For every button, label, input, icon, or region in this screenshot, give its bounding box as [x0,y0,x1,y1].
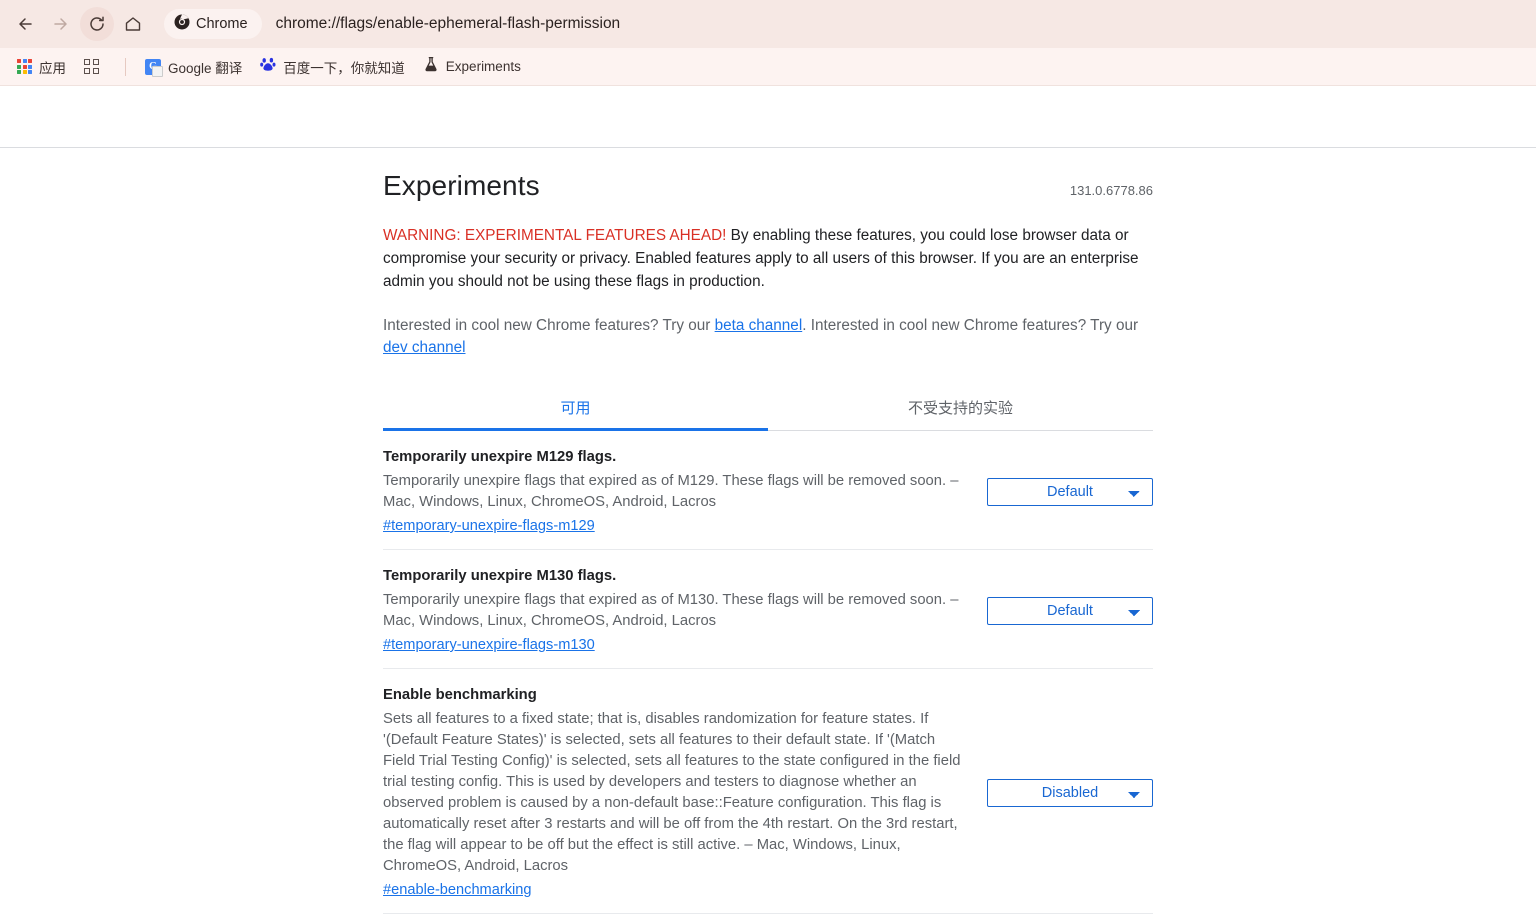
apps-grid-icon [17,59,32,74]
back-button[interactable] [8,7,42,41]
page-title: Experiments [383,170,540,201]
flag-state-select[interactable]: Default [987,478,1153,506]
flag-control: Default [987,597,1153,625]
channel-paragraph: Interested in cool new Chrome features? … [383,315,1153,359]
dev-channel-link[interactable]: dev channel [383,339,466,356]
channel-text-2: . Interested in cool new Chrome features… [802,317,1139,334]
flag-description: Sets all features to a fixed state; that… [383,711,961,874]
bookmark-apps-label: 应用 [39,60,66,76]
flag-state-select[interactable]: Disabled [987,779,1153,807]
flag-info: Enable benchmarking Sets all features to… [383,687,967,899]
home-icon [123,14,143,34]
beta-channel-link[interactable]: beta channel [715,317,803,334]
baidu-paw-icon [260,56,276,77]
flag-state-select[interactable]: Default [987,597,1153,625]
flag-row: Temporarily unexpire M129 flags. Tempora… [383,431,1153,550]
arrow-right-icon [51,14,71,34]
flag-row: Override software rendering list Overrid… [383,914,1153,918]
flag-permalink[interactable]: #temporary-unexpire-flags-m130 [383,637,595,653]
omnibox[interactable]: Chrome chrome://flags/enable-ephemeral-f… [164,8,1528,40]
chrome-version-label: 131.0.6778.86 [1069,183,1153,198]
omnibox-chip-label: Chrome [196,16,248,32]
tab-available[interactable]: 可用 [383,387,768,431]
warning-strong-text: WARNING: EXPERIMENTAL FEATURES AHEAD! [383,227,727,244]
flask-icon [423,56,439,77]
bookmark-google-translate-label: Google 翻译 [168,60,243,76]
flags-tabs: 可用 不受支持的实验 [383,387,1153,431]
google-translate-icon: G [145,58,163,77]
warning-paragraph: WARNING: EXPERIMENTAL FEATURES AHEAD! By… [383,224,1153,293]
bookmark-google-translate[interactable]: G Google 翻译 [138,53,249,81]
flag-title: Temporarily unexpire M129 flags. [383,449,617,465]
bookmark-grid-view[interactable] [77,55,113,78]
bookmark-apps[interactable]: 应用 [10,53,73,81]
bookmarks-bar: 应用 G Google 翻译 百度一下，你就知道 Experiments [0,48,1536,86]
flag-title: Temporarily unexpire M130 flags. [383,568,617,584]
chrome-logo-icon [174,14,190,35]
flag-row: Temporarily unexpire M130 flags. Tempora… [383,550,1153,669]
bookmark-baidu-label: 百度一下，你就知道 [283,60,405,76]
flag-row: Enable benchmarking Sets all features to… [383,669,1153,914]
reload-button[interactable] [80,7,114,41]
bookmark-baidu[interactable]: 百度一下，你就知道 [253,52,412,81]
home-button[interactable] [116,7,150,41]
forward-button[interactable] [44,7,78,41]
flag-title: Enable benchmarking [383,687,537,703]
flag-control: Default [987,478,1153,506]
reload-icon [87,14,107,34]
flag-description: Temporarily unexpire flags that expired … [383,592,959,629]
channel-text-1: Interested in cool new Chrome features? … [383,317,715,334]
omnibox-chrome-chip[interactable]: Chrome [164,9,262,39]
flags-page-body: Experiments 131.0.6778.86 WARNING: EXPER… [0,148,1536,918]
flag-info: Temporarily unexpire M130 flags. Tempora… [383,568,967,654]
bookmark-experiments[interactable]: Experiments [416,52,528,81]
four-squares-icon [84,59,99,74]
flag-info: Temporarily unexpire M129 flags. Tempora… [383,449,967,535]
title-row: Experiments 131.0.6778.86 [383,170,1153,202]
bookmark-experiments-label: Experiments [445,59,521,74]
bookmarks-divider [125,57,126,76]
flag-permalink[interactable]: #temporary-unexpire-flags-m129 [383,518,595,534]
omnibox-url[interactable]: chrome://flags/enable-ephemeral-flash-pe… [276,15,621,33]
flags-header-bar: 全部重置 [0,86,1536,225]
flag-permalink[interactable]: #enable-benchmarking [383,882,531,898]
flags-content: Experiments 131.0.6778.86 WARNING: EXPER… [383,148,1153,918]
flag-control: Disabled [987,779,1153,807]
tab-unsupported[interactable]: 不受支持的实验 [768,387,1153,430]
arrow-left-icon [15,14,35,34]
flag-description: Temporarily unexpire flags that expired … [383,473,959,510]
browser-toolbar: Chrome chrome://flags/enable-ephemeral-f… [0,0,1536,48]
